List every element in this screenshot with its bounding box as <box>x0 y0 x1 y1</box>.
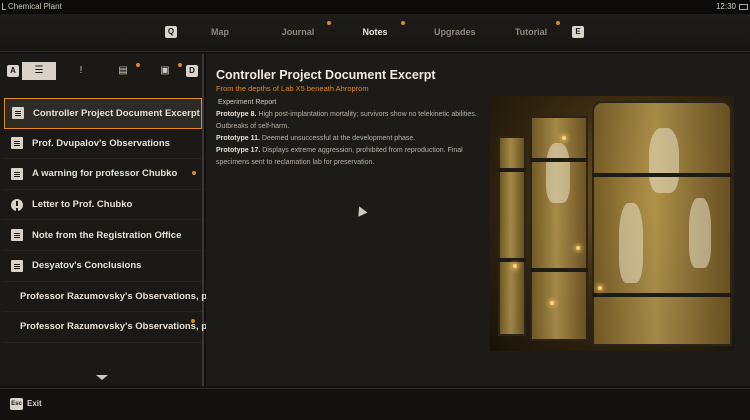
entry-name: Prototype 8. <box>216 111 257 118</box>
document-body: Experiment Report Prototype 8. High post… <box>216 97 486 169</box>
list-item[interactable]: Note from the Registration Office <box>4 220 202 251</box>
clock: 12:30 <box>715 2 736 11</box>
notification-dot <box>136 63 140 67</box>
note-title: Professor Razumovsky's Observations, pt.… <box>20 290 221 302</box>
location-title: Chemical Plant <box>8 2 62 11</box>
note-title: Letter to Prof. Chubko <box>32 199 133 211</box>
photo-icon <box>11 167 23 180</box>
list-item[interactable]: Letter to Prof. Chubko <box>4 190 202 221</box>
filter-photos-button[interactable]: ▣ <box>148 62 182 80</box>
entry-text: Deemed unsuccessful at the development p… <box>259 135 416 142</box>
notification-dot <box>178 63 182 67</box>
photo-icon <box>11 259 23 272</box>
document-entry: Prototype 17. Displays extreme aggressio… <box>216 145 486 169</box>
note-title: Prof. Dvupalov's Observations <box>32 137 170 149</box>
prev-tab-key[interactable]: Q <box>165 26 177 38</box>
document-illustration <box>490 96 734 351</box>
filter-all-button[interactable]: ☰ <box>22 62 56 80</box>
specimen-tank <box>498 136 526 336</box>
note-title: Note from the Registration Office <box>32 229 182 241</box>
tab-journal[interactable]: Journal <box>281 21 331 37</box>
note-title: Desyatov's Conclusions <box>32 260 142 272</box>
document-icon <box>11 229 23 242</box>
list-item[interactable]: Desyatov's Conclusions <box>4 251 202 282</box>
document-icon: ▤ <box>118 65 128 76</box>
prev-filter-key[interactable]: A <box>7 65 19 77</box>
exclamation-icon <box>11 198 23 211</box>
filter-bar: A ☰ ! ▤ ▣ D <box>0 60 204 82</box>
note-title: Professor Razumovsky's Observations, pt.… <box>20 321 221 333</box>
exclamation-icon: ! <box>79 65 83 76</box>
next-tab-key[interactable]: E <box>572 26 584 38</box>
report-heading: Experiment Report <box>218 99 277 106</box>
entry-text: High post-implantation mortality; surviv… <box>216 111 477 130</box>
tab-label: Journal <box>281 27 315 37</box>
document-viewer: Controller Project Document Excerpt From… <box>206 54 750 386</box>
notification-dot <box>401 21 405 25</box>
document-subtitle: From the depths of Lab X5 beneath Ahropr… <box>216 84 369 93</box>
document-entry: Prototype 8. High post-implantation mort… <box>216 109 486 133</box>
tab-notes[interactable]: Notes <box>362 21 405 37</box>
tab-label: Upgrades <box>434 27 476 37</box>
entry-name: Prototype 11. <box>216 135 260 142</box>
tab-label: Notes <box>362 27 388 37</box>
tab-upgrades[interactable]: Upgrades <box>434 27 476 37</box>
bottom-bar: Esc Exit <box>0 388 750 420</box>
list-item[interactable]: Controller Project Document Excerpt <box>4 98 202 129</box>
exit-button[interactable]: Exit <box>27 399 42 408</box>
notes-list: Controller Project Document Excerpt Prof… <box>4 98 221 343</box>
next-filter-key[interactable]: D <box>186 65 198 77</box>
document-icon <box>12 107 24 120</box>
list-item[interactable]: Professor Razumovsky's Observations, pt.… <box>4 282 221 313</box>
notification-dot <box>327 21 331 25</box>
list-item[interactable]: Prof. Dvupalov's Observations <box>4 129 202 160</box>
scroll-down-icon[interactable] <box>96 375 108 380</box>
document-title: Controller Project Document Excerpt <box>216 68 436 82</box>
status-bar: Chemical Plant 12:30 <box>0 0 750 14</box>
entry-name: Prototype 17. <box>216 147 261 154</box>
specimen-tank <box>530 116 588 341</box>
specimen-tank <box>592 101 732 346</box>
notification-dot <box>192 171 196 176</box>
note-title: A warning for professor Chubko <box>32 168 178 180</box>
note-title: Controller Project Document Excerpt <box>33 107 200 119</box>
exit-key[interactable]: Esc <box>10 398 23 410</box>
list-icon: ☰ <box>34 65 44 76</box>
tab-label: Map <box>211 27 229 37</box>
document-entry: Prototype 11. Deemed unsuccessful at the… <box>216 133 486 145</box>
notification-dot <box>556 21 560 25</box>
tab-bar: Q Map Journal Notes Upgrades Tutorial E <box>0 14 750 52</box>
battery-icon <box>739 4 748 10</box>
mouse-cursor-icon <box>354 204 368 217</box>
filter-important-button[interactable]: ! <box>64 62 98 80</box>
tab-label: Tutorial <box>514 27 548 37</box>
list-item[interactable]: A warning for professor Chubko <box>4 159 202 190</box>
tab-tutorial[interactable]: Tutorial <box>514 21 560 37</box>
photo-icon: ▣ <box>160 65 170 76</box>
document-icon <box>11 137 23 150</box>
notes-sidebar: A ☰ ! ▤ ▣ D Controller Project Document … <box>0 54 221 386</box>
list-item[interactable]: Professor Razumovsky's Observations, pt.… <box>4 312 221 343</box>
filter-documents-button[interactable]: ▤ <box>106 62 140 80</box>
signal-icon <box>2 3 6 10</box>
tab-map[interactable]: Map <box>207 27 233 37</box>
